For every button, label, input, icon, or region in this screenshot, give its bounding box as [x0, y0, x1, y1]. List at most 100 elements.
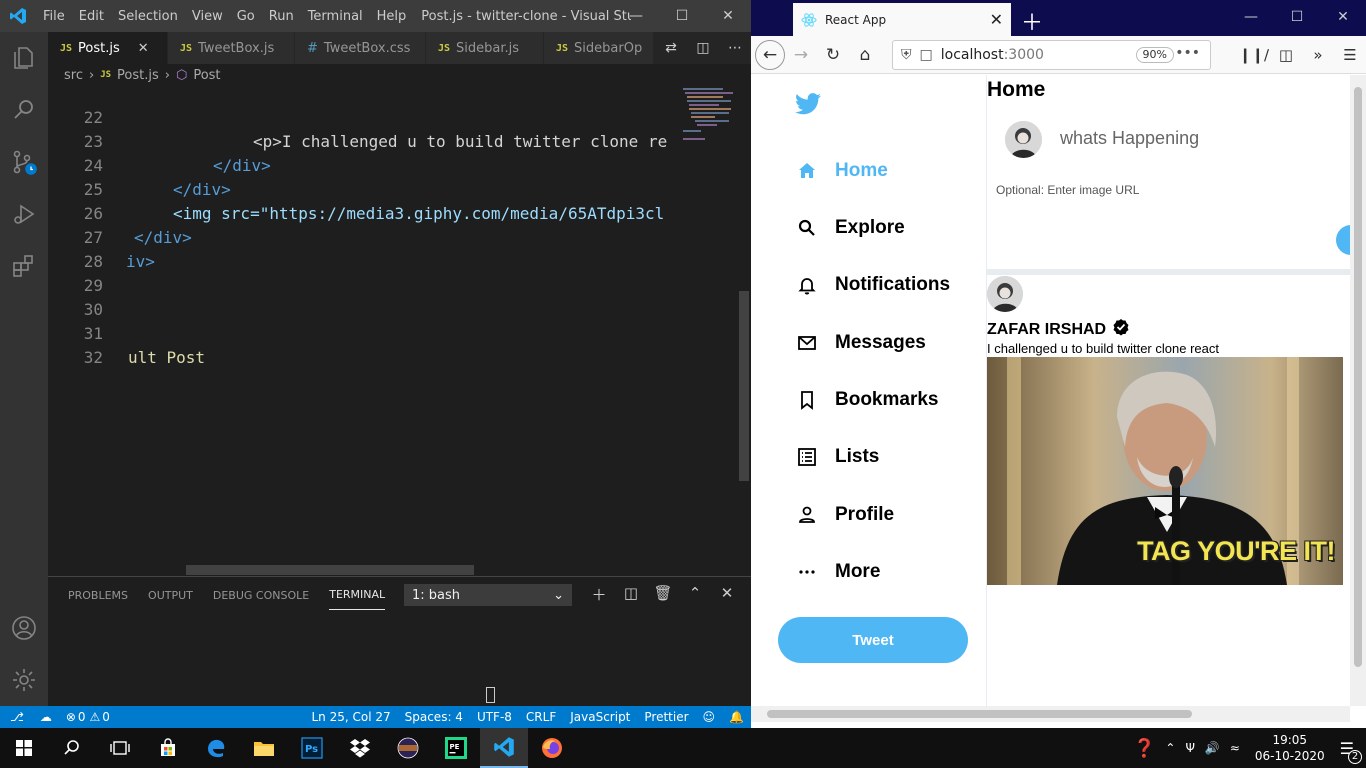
source-control-icon[interactable]	[0, 136, 48, 188]
file-explorer-icon[interactable]	[240, 728, 288, 768]
plus-icon[interactable]: ＋	[583, 584, 615, 605]
sidebar-item-explore[interactable]: Explore	[797, 213, 905, 243]
code-editor[interactable]: 22 <p>I challenged u to build twitter cl…	[48, 82, 675, 574]
eclipse-icon[interactable]	[384, 728, 432, 768]
vscode-taskbar-icon[interactable]	[480, 728, 528, 768]
menu-help[interactable]: Help	[370, 9, 414, 24]
tab-post-js[interactable]: JS Post.js ✕	[48, 32, 168, 64]
indentation[interactable]: Spaces: 4	[405, 710, 463, 724]
photoshop-icon[interactable]: Ps	[288, 728, 336, 768]
feedback-icon[interactable]: ☺	[703, 710, 716, 724]
maximize-icon[interactable]: ☐	[659, 0, 705, 32]
shield-icon[interactable]: ⛨	[901, 47, 912, 63]
forward-arrow-icon[interactable]: →	[785, 39, 817, 71]
action-center-icon[interactable]: ☰ 2	[1340, 739, 1362, 764]
pycharm-icon[interactable]: PE	[432, 728, 480, 768]
sidebar-item-profile[interactable]: Profile	[797, 500, 894, 530]
tweetbox-input[interactable]: whats Happening	[1060, 128, 1199, 149]
task-view-icon[interactable]	[96, 728, 144, 768]
minimize-icon[interactable]: —	[1228, 0, 1274, 34]
close-icon[interactable]: ✕	[1320, 0, 1366, 34]
sidebar-item-lists[interactable]: Lists	[797, 442, 879, 472]
library-icon[interactable]: ❙❙∕	[1238, 40, 1270, 70]
search-icon[interactable]	[0, 84, 48, 136]
tab-sidebar-js[interactable]: JS Sidebar.js	[426, 32, 544, 64]
microsoft-store-icon[interactable]	[144, 728, 192, 768]
menu-selection[interactable]: Selection	[111, 9, 185, 24]
dropbox-icon[interactable]	[336, 728, 384, 768]
explorer-icon[interactable]	[0, 32, 48, 84]
wifi-icon[interactable]: ≈	[1230, 741, 1240, 755]
minimap[interactable]	[675, 86, 737, 576]
line-ending[interactable]: CRLF	[526, 710, 556, 724]
volume-icon[interactable]: 🔊	[1205, 741, 1220, 755]
menu-terminal[interactable]: Terminal	[301, 9, 370, 24]
compare-changes-icon[interactable]: ⇄	[655, 40, 687, 56]
tab-terminal[interactable]: TERMINAL	[329, 580, 386, 610]
bell-icon[interactable]: 🔔	[729, 710, 744, 724]
sidebar-item-home[interactable]: Home	[797, 156, 888, 186]
menu-run[interactable]: Run	[262, 9, 301, 24]
twitter-bird-icon[interactable]	[795, 93, 821, 120]
page-info-icon[interactable]: □	[920, 47, 933, 63]
tweet-button[interactable]: Tweet	[778, 617, 968, 663]
windows-start-icon[interactable]	[0, 728, 48, 768]
chevron-up-icon[interactable]: ⌃	[1165, 741, 1175, 755]
zoom-level[interactable]: 90%	[1135, 47, 1174, 63]
more-actions-icon[interactable]: ⋯	[719, 40, 751, 56]
tweetbox-tweet-button[interactable]	[1336, 225, 1350, 255]
breadcrumb-folder[interactable]: src	[64, 68, 83, 83]
warning-count[interactable]: 0	[102, 710, 110, 724]
tab-debug-console[interactable]: DEBUG CONSOLE	[213, 581, 309, 610]
split-terminal-icon[interactable]: ◫	[615, 584, 647, 605]
menu-file[interactable]: File	[36, 9, 72, 24]
encoding[interactable]: UTF-8	[477, 710, 512, 724]
error-icon[interactable]: ⊗	[66, 710, 76, 724]
ime-icon[interactable]: Ψ	[1185, 741, 1194, 755]
hamburger-menu-icon[interactable]: ☰	[1334, 40, 1366, 70]
close-tab-icon[interactable]: ✕	[990, 10, 1003, 29]
menu-view[interactable]: View	[185, 9, 230, 24]
back-arrow-icon[interactable]: ←	[755, 39, 785, 70]
menu-edit[interactable]: Edit	[72, 9, 111, 24]
avatar[interactable]	[1005, 121, 1042, 158]
trash-icon[interactable]: 🗑	[647, 584, 679, 605]
live-share-icon[interactable]: ☁	[40, 710, 52, 724]
sidebar-item-bookmarks[interactable]: Bookmarks	[797, 385, 939, 415]
sidebar-item-more[interactable]: More	[797, 557, 880, 587]
tab-sidebaroption-js[interactable]: JS SidebarOp	[544, 32, 654, 64]
account-icon[interactable]	[0, 602, 48, 654]
sidebar-item-messages[interactable]: Messages	[797, 328, 926, 358]
editor-vertical-scrollbar[interactable]	[737, 86, 751, 576]
formatter[interactable]: Prettier	[644, 710, 688, 724]
settings-gear-icon[interactable]	[0, 654, 48, 706]
sidebar-item-notifications[interactable]: Notifications	[797, 270, 950, 300]
remote-icon[interactable]: ⎇	[10, 710, 24, 724]
error-count[interactable]: 0	[78, 710, 86, 724]
cursor-position[interactable]: Ln 25, Col 27	[311, 710, 390, 724]
tab-tweetbox-css[interactable]: # TweetBox.css	[295, 32, 426, 64]
terminal-select[interactable]: 1: bash ⌄	[404, 584, 572, 606]
image-url-input[interactable]: Optional: Enter image URL	[996, 183, 1139, 197]
warning-icon[interactable]: ⚠	[90, 710, 101, 724]
split-editor-icon[interactable]: ◫	[687, 40, 719, 56]
url-bar[interactable]: ⛨ □ localhost:3000 90% •••	[892, 40, 1211, 70]
tab-close-icon[interactable]: ✕	[138, 41, 149, 56]
page-actions-icon[interactable]: •••	[1175, 45, 1200, 61]
close-panel-icon[interactable]: ✕	[711, 584, 743, 605]
home-icon[interactable]: ⌂	[849, 39, 881, 71]
run-debug-icon[interactable]	[0, 188, 48, 240]
browser-tab-react-app[interactable]: React App ✕	[793, 3, 1011, 36]
chevron-up-icon[interactable]: ⌃	[679, 584, 711, 605]
page-vertical-scrollbar[interactable]	[1350, 75, 1366, 706]
language-mode[interactable]: JavaScript	[570, 710, 630, 724]
breadcrumb-file[interactable]: Post.js	[117, 68, 159, 83]
help-assistant-icon[interactable]: ❓	[1133, 738, 1155, 759]
reload-icon[interactable]: ↻	[817, 39, 849, 71]
tab-tweetbox-js[interactable]: JS TweetBox.js	[168, 32, 295, 64]
page-horizontal-scrollbar[interactable]	[751, 706, 1350, 722]
tab-problems[interactable]: PROBLEMS	[68, 581, 128, 610]
avatar[interactable]	[987, 276, 1023, 312]
firefox-icon[interactable]	[528, 728, 576, 768]
post-gif-image[interactable]: TAG YOU'RE IT!	[987, 357, 1343, 585]
